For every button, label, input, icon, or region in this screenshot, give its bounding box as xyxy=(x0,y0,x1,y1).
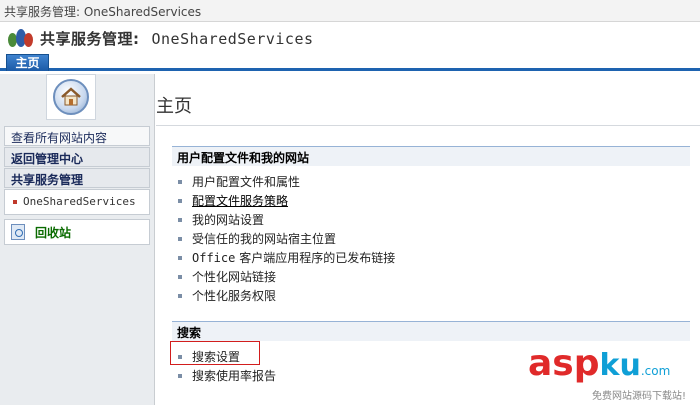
people-group-icon xyxy=(8,27,34,49)
link-trusted-host-locations[interactable]: 受信任的我的网站宿主位置 xyxy=(172,229,690,248)
bullet-icon xyxy=(178,179,182,184)
sidebar-item-recycle-bin[interactable]: 回收站 xyxy=(4,219,150,245)
bullet-icon xyxy=(13,200,17,204)
bullet-icon xyxy=(178,274,182,279)
home-logo[interactable] xyxy=(46,74,96,120)
site-title: 共享服务管理: OneSharedServices xyxy=(40,28,314,49)
site-title-name: OneSharedServices xyxy=(151,29,314,48)
bullet-icon xyxy=(178,373,182,378)
watermark-logo: aspku.com 免费网站源码下载站! xyxy=(528,343,687,403)
bullet-icon xyxy=(178,236,182,241)
link-my-site-settings[interactable]: 我的网站设置 xyxy=(172,210,690,229)
bullet-icon xyxy=(178,198,182,203)
link-office-published-links[interactable]: Office 客户端应用程序的已发布链接 xyxy=(172,248,690,267)
left-navigation: 查看所有网站内容 返回管理中心 共享服务管理 OneSharedServices… xyxy=(0,74,155,405)
site-title-prefix: 共享服务管理: xyxy=(40,29,140,48)
link-profile-services-policies[interactable]: 配置文件服务策略 xyxy=(172,191,690,210)
sidebar-item-shared-services-admin[interactable]: 共享服务管理 xyxy=(4,168,150,188)
link-personalization-permissions[interactable]: 个性化服务权限 xyxy=(172,286,690,305)
sidebar-item-view-all-content[interactable]: 查看所有网站内容 xyxy=(4,126,150,146)
recycle-bin-icon xyxy=(11,224,25,240)
section-header-user-profiles: 用户配置文件和我的网站 xyxy=(172,146,690,166)
section-header-search: 搜索 xyxy=(172,321,690,341)
sidebar-item-back-to-central-admin[interactable]: 返回管理中心 xyxy=(4,147,150,167)
top-nav: 主页 xyxy=(0,54,700,71)
link-personalization-site-links[interactable]: 个性化网站链接 xyxy=(172,267,690,286)
bullet-icon xyxy=(178,293,182,298)
highlight-box xyxy=(170,341,260,365)
window-title-bar: 共享服务管理: OneSharedServices xyxy=(0,0,700,22)
bullet-icon xyxy=(178,255,182,260)
sidebar-item-onesharedservices[interactable]: OneSharedServices xyxy=(4,189,150,215)
bullet-icon xyxy=(178,217,182,222)
tab-home[interactable]: 主页 xyxy=(6,54,49,71)
page-title: 主页 xyxy=(156,96,192,117)
title-divider xyxy=(156,125,700,126)
link-user-profiles-properties[interactable]: 用户配置文件和属性 xyxy=(172,172,690,191)
site-header: 共享服务管理: OneSharedServices xyxy=(0,22,700,54)
recycle-bin-label: 回收站 xyxy=(35,225,72,240)
home-icon xyxy=(53,79,89,115)
section-user-profiles: 用户配置文件和我的网站 用户配置文件和属性 配置文件服务策略 我的网站设置 受信… xyxy=(172,146,690,305)
sidebar-sub-label: OneSharedServices xyxy=(23,195,136,208)
